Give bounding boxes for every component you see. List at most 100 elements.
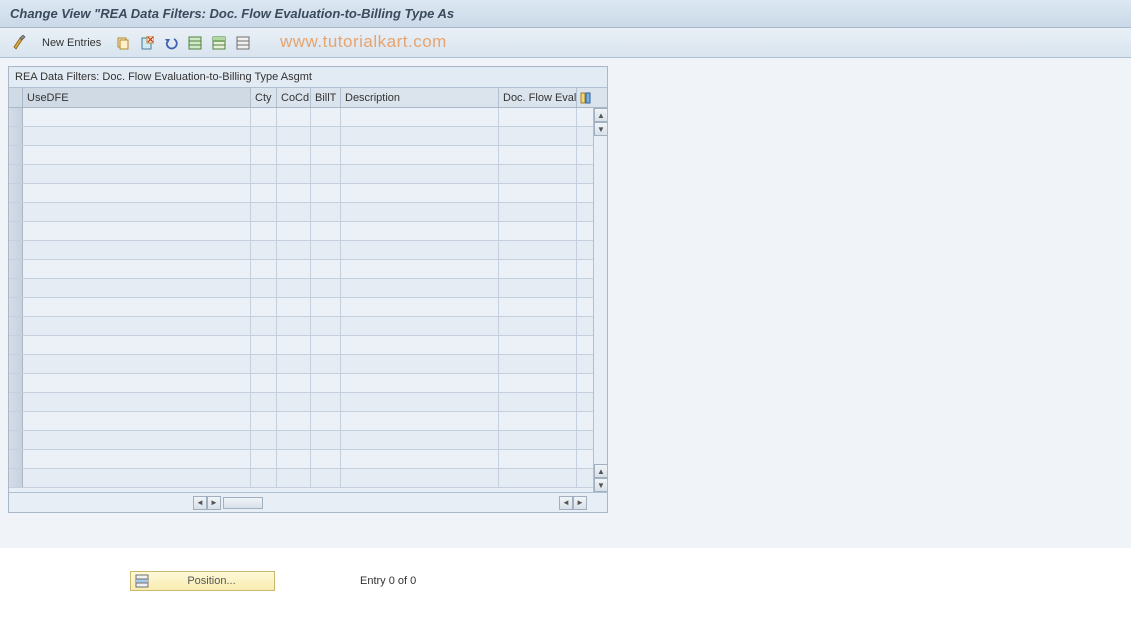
scroll-up-button[interactable]: ▲ (594, 108, 607, 122)
cell-description[interactable] (341, 412, 499, 430)
cell-cty[interactable] (251, 279, 277, 297)
row-selector[interactable] (9, 241, 23, 259)
cell-cty[interactable] (251, 184, 277, 202)
table-row[interactable] (9, 355, 593, 374)
row-selector[interactable] (9, 412, 23, 430)
row-selector[interactable] (9, 260, 23, 278)
cell-description[interactable] (341, 469, 499, 487)
table-row[interactable] (9, 298, 593, 317)
cell-usedfe[interactable] (23, 393, 251, 411)
cell-docflow[interactable] (499, 355, 577, 373)
cell-cty[interactable] (251, 393, 277, 411)
cell-cocd[interactable] (277, 450, 311, 468)
cell-usedfe[interactable] (23, 298, 251, 316)
cell-billt[interactable] (311, 127, 341, 145)
cell-docflow[interactable] (499, 146, 577, 164)
cell-usedfe[interactable] (23, 165, 251, 183)
cell-cty[interactable] (251, 241, 277, 259)
cell-billt[interactable] (311, 203, 341, 221)
cell-description[interactable] (341, 260, 499, 278)
cell-usedfe[interactable] (23, 431, 251, 449)
cell-docflow[interactable] (499, 298, 577, 316)
hscroll-thumb[interactable] (223, 497, 263, 509)
row-selector[interactable] (9, 127, 23, 145)
row-selector[interactable] (9, 336, 23, 354)
cell-docflow[interactable] (499, 241, 577, 259)
cell-description[interactable] (341, 165, 499, 183)
select-block-icon[interactable] (209, 33, 229, 53)
table-row[interactable] (9, 184, 593, 203)
cell-cocd[interactable] (277, 336, 311, 354)
cell-billt[interactable] (311, 355, 341, 373)
cell-usedfe[interactable] (23, 469, 251, 487)
cell-cty[interactable] (251, 431, 277, 449)
table-row[interactable] (9, 393, 593, 412)
cell-cocd[interactable] (277, 108, 311, 126)
cell-description[interactable] (341, 355, 499, 373)
cell-billt[interactable] (311, 431, 341, 449)
cell-usedfe[interactable] (23, 279, 251, 297)
cell-usedfe[interactable] (23, 222, 251, 240)
new-entries-button[interactable]: New Entries (34, 35, 109, 51)
cell-usedfe[interactable] (23, 146, 251, 164)
row-selector[interactable] (9, 317, 23, 335)
cell-cocd[interactable] (277, 355, 311, 373)
table-row[interactable] (9, 127, 593, 146)
cell-cty[interactable] (251, 146, 277, 164)
cell-cocd[interactable] (277, 127, 311, 145)
toggle-display-icon[interactable] (10, 33, 30, 53)
cell-usedfe[interactable] (23, 412, 251, 430)
row-selector[interactable] (9, 393, 23, 411)
cell-cty[interactable] (251, 355, 277, 373)
cell-description[interactable] (341, 146, 499, 164)
cell-billt[interactable] (311, 241, 341, 259)
cell-docflow[interactable] (499, 127, 577, 145)
row-selector[interactable] (9, 431, 23, 449)
hscroll-right-button-2[interactable]: ► (573, 496, 587, 510)
cell-cocd[interactable] (277, 241, 311, 259)
cell-description[interactable] (341, 393, 499, 411)
cell-description[interactable] (341, 203, 499, 221)
row-selector[interactable] (9, 469, 23, 487)
cell-usedfe[interactable] (23, 260, 251, 278)
cell-billt[interactable] (311, 450, 341, 468)
cell-description[interactable] (341, 127, 499, 145)
hscroll-left-button[interactable]: ◄ (193, 496, 207, 510)
cell-description[interactable] (341, 108, 499, 126)
table-row[interactable] (9, 279, 593, 298)
cell-cocd[interactable] (277, 469, 311, 487)
cell-cty[interactable] (251, 412, 277, 430)
cell-usedfe[interactable] (23, 127, 251, 145)
cell-cocd[interactable] (277, 374, 311, 392)
cell-docflow[interactable] (499, 374, 577, 392)
cell-docflow[interactable] (499, 317, 577, 335)
table-row[interactable] (9, 450, 593, 469)
cell-cocd[interactable] (277, 298, 311, 316)
cell-docflow[interactable] (499, 260, 577, 278)
cell-docflow[interactable] (499, 450, 577, 468)
cell-cocd[interactable] (277, 412, 311, 430)
cell-usedfe[interactable] (23, 203, 251, 221)
row-selector[interactable] (9, 165, 23, 183)
cell-usedfe[interactable] (23, 450, 251, 468)
cell-docflow[interactable] (499, 203, 577, 221)
cell-description[interactable] (341, 298, 499, 316)
cell-cocd[interactable] (277, 165, 311, 183)
cell-description[interactable] (341, 336, 499, 354)
cell-billt[interactable] (311, 469, 341, 487)
cell-billt[interactable] (311, 222, 341, 240)
cell-cty[interactable] (251, 336, 277, 354)
cell-cocd[interactable] (277, 393, 311, 411)
cell-docflow[interactable] (499, 469, 577, 487)
cell-billt[interactable] (311, 184, 341, 202)
scroll-down-button-bottom[interactable]: ▼ (594, 478, 607, 492)
cell-cocd[interactable] (277, 184, 311, 202)
cell-description[interactable] (341, 241, 499, 259)
cell-cty[interactable] (251, 317, 277, 335)
cell-docflow[interactable] (499, 108, 577, 126)
cell-usedfe[interactable] (23, 336, 251, 354)
cell-cty[interactable] (251, 127, 277, 145)
cell-usedfe[interactable] (23, 317, 251, 335)
cell-billt[interactable] (311, 298, 341, 316)
cell-cocd[interactable] (277, 222, 311, 240)
